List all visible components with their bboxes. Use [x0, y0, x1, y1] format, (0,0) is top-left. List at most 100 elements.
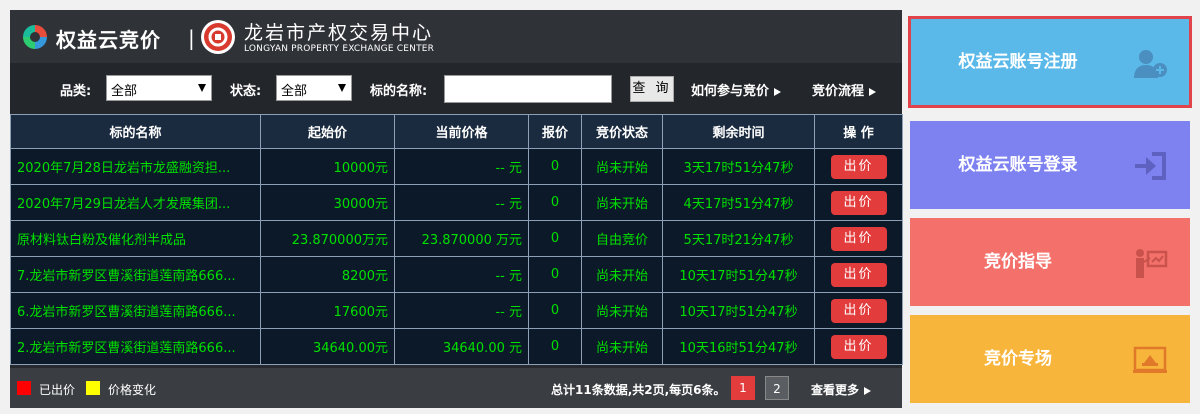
bid-count: 0 [528, 184, 582, 221]
remaining-time: 4天17时51分47秒 [662, 184, 815, 221]
auction-status: 尚未开始 [581, 256, 663, 293]
bid-button[interactable]: 出价 [830, 226, 887, 251]
auction-status: 尚未开始 [581, 184, 663, 221]
auction-status: 尚未开始 [581, 148, 663, 185]
bid-button[interactable]: 出价 [830, 262, 887, 287]
brand-separator: | [188, 26, 195, 50]
legend-change-label: 价格变化 [108, 383, 157, 397]
triangle-right-icon [864, 386, 872, 395]
filter-bar: 品类: 全部 状态: 全部 标的名称: 查 询 如何参与竞价 竞价流程 [10, 63, 902, 114]
current-price: -- 元 [394, 256, 529, 293]
start-price: 17600元 [260, 292, 395, 329]
current-price: 23.870000 万元 [394, 220, 529, 257]
auction-panel: 权益云竞价 | 龙岩市产权交易中心 LONGYAN PROPERTY EXCHA… [10, 10, 903, 408]
remaining-time: 3天17时51分47秒 [662, 148, 815, 185]
table-header-row: 标的名称 起始价 当前价格 报价 竞价状态 剩余时间 操 作 [10, 114, 903, 149]
bid-button[interactable]: 出价 [830, 190, 887, 215]
auction-special-label: 竞价专场 [984, 349, 1052, 369]
table-row: 6.龙岩市新罗区曹溪街道莲南路666... 17600元 -- 元 0 尚未开始… [10, 292, 903, 329]
remaining-time: 10天17时51分47秒 [662, 256, 815, 293]
triangle-right-icon [774, 87, 782, 96]
column-header-remaining: 剩余时间 [662, 114, 815, 149]
bid-count: 0 [528, 148, 582, 185]
bid-count: 0 [528, 292, 582, 329]
start-price: 8200元 [260, 256, 395, 293]
auction-hammer-icon [1133, 346, 1167, 373]
current-price: -- 元 [394, 184, 529, 221]
auction-status: 自由竞价 [581, 220, 663, 257]
action-cell: 出价 [814, 292, 903, 329]
chevron-down-icon [198, 84, 206, 92]
category-label: 品类: [60, 84, 92, 99]
bid-button[interactable]: 出价 [830, 298, 887, 323]
item-name-link[interactable]: 7.龙岩市新罗区曹溪街道莲南路666... [10, 256, 261, 293]
action-cell: 出价 [814, 148, 903, 185]
bid-guide-tile[interactable]: 竞价指导 [910, 218, 1190, 306]
item-name-link[interactable]: 2020年7月28日龙岩市龙盛融资担... [10, 148, 261, 185]
register-account-tile[interactable]: 权益云账号注册 [908, 16, 1192, 108]
login-icon [1135, 152, 1166, 180]
org-name: 龙岩市产权交易中心 [244, 22, 434, 44]
bid-button[interactable]: 出价 [830, 334, 887, 359]
name-label: 标的名称: [370, 84, 428, 99]
query-button[interactable]: 查 询 [630, 76, 674, 102]
login-account-tile[interactable]: 权益云账号登录 [910, 121, 1190, 209]
current-price: -- 元 [394, 148, 529, 185]
bid-count: 0 [528, 220, 582, 257]
view-more-link[interactable]: 查看更多 [811, 381, 872, 398]
register-account-label: 权益云账号注册 [958, 52, 1078, 72]
item-name-link[interactable]: 6.龙岩市新罗区曹溪街道莲南路666... [10, 292, 261, 329]
page-button-1[interactable]: 1 [731, 376, 755, 400]
table-row: 2020年7月28日龙岩市龙盛融资担... 10000元 -- 元 0 尚未开始… [10, 148, 903, 185]
column-header-status: 竞价状态 [581, 114, 663, 149]
chevron-down-icon [338, 84, 346, 92]
auction-table: 标的名称 起始价 当前价格 报价 竞价状态 剩余时间 操 作 2020年7月28… [10, 114, 903, 365]
org-name-en: LONGYAN PROPERTY EXCHANGE CENTER [244, 44, 435, 54]
column-header-bids: 报价 [528, 114, 582, 149]
column-header-start-price: 起始价 [260, 114, 395, 149]
current-price: -- 元 [394, 292, 529, 329]
start-price: 23.870000万元 [260, 220, 395, 257]
table-row: 2.龙岩市新罗区曹溪街道莲南路666... 34640.00元 34640.00… [10, 328, 903, 365]
status-select[interactable]: 全部 [276, 75, 352, 101]
start-price: 30000元 [260, 184, 395, 221]
bid-guide-label: 竞价指导 [984, 252, 1052, 272]
remaining-time: 10天16时51分47秒 [662, 328, 815, 365]
legend-bid-swatch [17, 381, 31, 395]
add-user-icon [1134, 50, 1167, 78]
current-price: 34640.00 元 [394, 328, 529, 365]
legend-bid-label: 已出价 [39, 383, 76, 397]
name-search-input[interactable] [444, 75, 612, 103]
login-account-label: 权益云账号登录 [958, 155, 1078, 175]
triangle-right-icon [869, 87, 877, 96]
auction-special-tile[interactable]: 竞价专场 [910, 315, 1190, 403]
column-header-current-price: 当前价格 [394, 114, 529, 149]
remaining-time: 5天17时21分47秒 [662, 220, 815, 257]
pagination-summary: 总计11条数据,共2页,每页6条。 [551, 383, 726, 397]
table-row: 7.龙岩市新罗区曹溪街道莲南路666... 8200元 -- 元 0 尚未开始 … [10, 256, 903, 293]
item-name-link[interactable]: 2.龙岩市新罗区曹溪街道莲南路666... [10, 328, 261, 365]
start-price: 10000元 [260, 148, 395, 185]
site-header: 权益云竞价 | 龙岩市产权交易中心 LONGYAN PROPERTY EXCHA… [10, 10, 902, 63]
bid-process-link[interactable]: 竞价流程 [812, 80, 877, 99]
bid-count: 0 [528, 328, 582, 365]
item-name-link[interactable]: 原材料钛白粉及催化剂半成品 [10, 220, 261, 257]
auction-status: 尚未开始 [581, 292, 663, 329]
category-select[interactable]: 全部 [106, 75, 212, 101]
how-to-bid-link[interactable]: 如何参与竞价 [691, 80, 782, 99]
exchange-center-logo-icon [201, 20, 235, 54]
remaining-time: 10天17时51分47秒 [662, 292, 815, 329]
bid-button[interactable]: 出价 [830, 154, 887, 179]
quanyiyun-logo-icon [21, 23, 49, 51]
bid-count: 0 [528, 256, 582, 293]
table-row: 原材料钛白粉及催化剂半成品 23.870000万元 23.870000 万元 0… [10, 220, 903, 257]
presenter-icon [1136, 249, 1168, 278]
column-header-name: 标的名称 [10, 114, 261, 149]
status-label: 状态: [230, 84, 262, 99]
table-row: 2020年7月29日龙岩人才发展集团... 30000元 -- 元 0 尚未开始… [10, 184, 903, 221]
page-button-2[interactable]: 2 [765, 376, 789, 400]
auction-status: 尚未开始 [581, 328, 663, 365]
item-name-link[interactable]: 2020年7月29日龙岩人才发展集团... [10, 184, 261, 221]
action-cell: 出价 [814, 328, 903, 365]
start-price: 34640.00元 [260, 328, 395, 365]
